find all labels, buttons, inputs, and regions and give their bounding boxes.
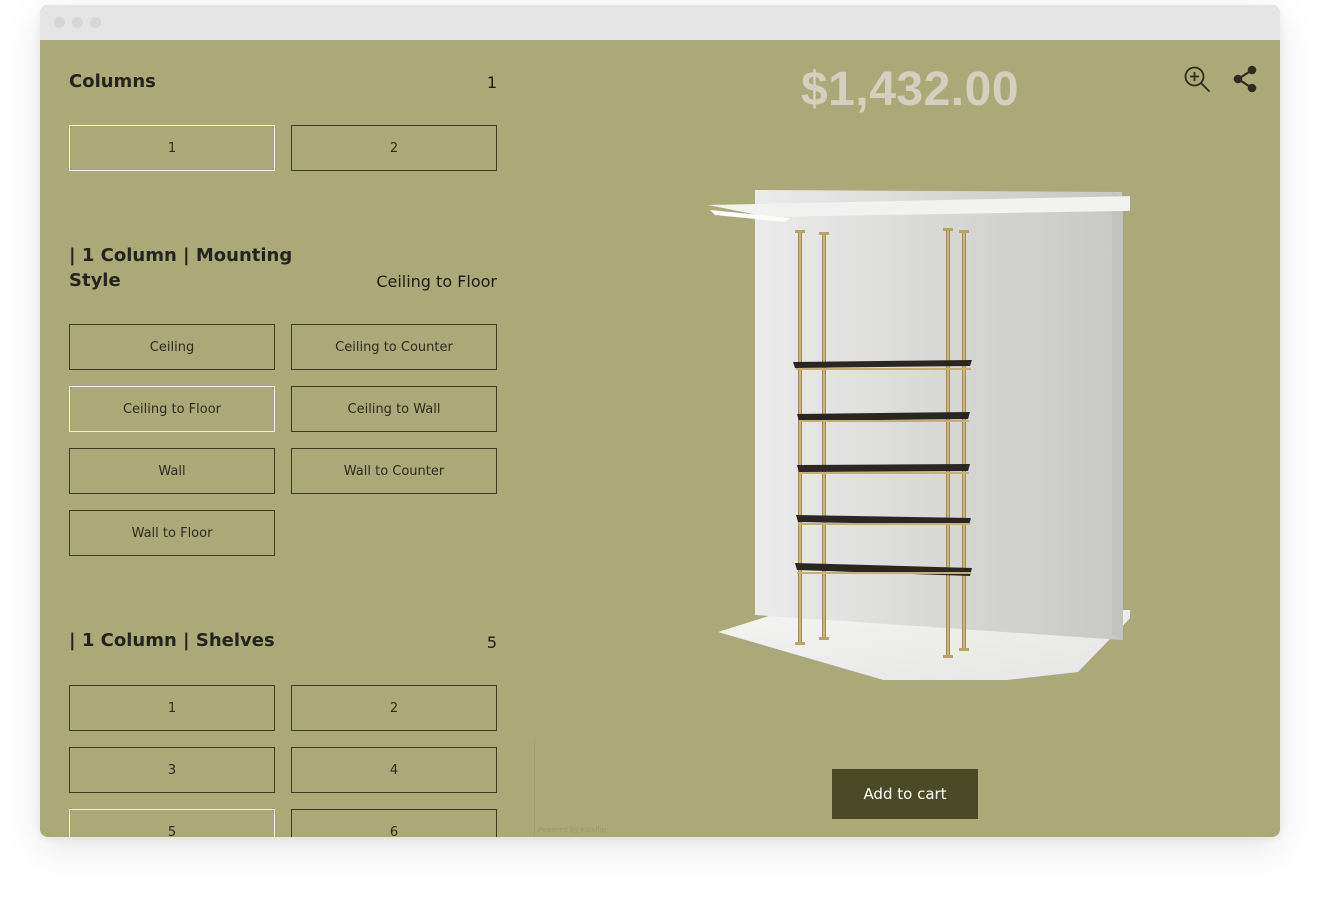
columns-value: 1	[486, 73, 497, 92]
window-minimize-dot[interactable]	[72, 17, 83, 28]
mounting-option-ceiling-to-wall[interactable]: Ceiling to Wall	[291, 386, 497, 432]
browser-window: Columns 1 1 2 | 1 Column | Mounting Styl…	[40, 5, 1280, 837]
columns-option-1[interactable]: 1	[69, 125, 275, 171]
configurator: Columns 1 1 2 | 1 Column | Mounting Styl…	[40, 40, 1280, 837]
mounting-option-wall-to-floor[interactable]: Wall to Floor	[69, 510, 275, 556]
window-close-dot[interactable]	[54, 17, 65, 28]
mounting-style-value: Ceiling to Floor	[376, 272, 497, 291]
mounting-option-ceiling[interactable]: Ceiling	[69, 324, 275, 370]
shelves-option-4[interactable]: 4	[291, 747, 497, 793]
shelves-title: | 1 Column | Shelves	[69, 630, 275, 651]
window-titlebar	[40, 5, 1280, 40]
zoom-in-icon[interactable]	[1182, 64, 1212, 94]
panel-divider	[534, 740, 535, 837]
share-icon[interactable]	[1230, 64, 1260, 94]
mounting-style-title: | 1 Column | Mounting Style	[69, 245, 293, 291]
shelves-option-2[interactable]: 2	[291, 685, 497, 731]
mounting-option-ceiling-to-floor[interactable]: Ceiling to Floor	[69, 386, 275, 432]
powered-by-label[interactable]: Powered by Kickflip	[538, 826, 606, 834]
shelves-option-5[interactable]: 5	[69, 809, 275, 837]
shelves-option-3[interactable]: 3	[69, 747, 275, 793]
shelves-option-6[interactable]: 6	[291, 809, 497, 837]
add-to-cart-button[interactable]: Add to cart	[832, 769, 978, 819]
shelves-option-1[interactable]: 1	[69, 685, 275, 731]
columns-title: Columns	[69, 71, 156, 92]
options-panel[interactable]: Columns 1 1 2 | 1 Column | Mounting Styl…	[40, 40, 532, 837]
shelf-3d-render[interactable]	[660, 170, 1130, 680]
mounting-option-wall[interactable]: Wall	[69, 448, 275, 494]
window-maximize-dot[interactable]	[90, 17, 101, 28]
shelves-value: 5	[486, 633, 497, 652]
mounting-option-wall-to-counter[interactable]: Wall to Counter	[291, 448, 497, 494]
columns-option-2[interactable]: 2	[291, 125, 497, 171]
price-display: $1,432.00	[800, 63, 1020, 116]
mounting-option-ceiling-to-counter[interactable]: Ceiling to Counter	[291, 324, 497, 370]
